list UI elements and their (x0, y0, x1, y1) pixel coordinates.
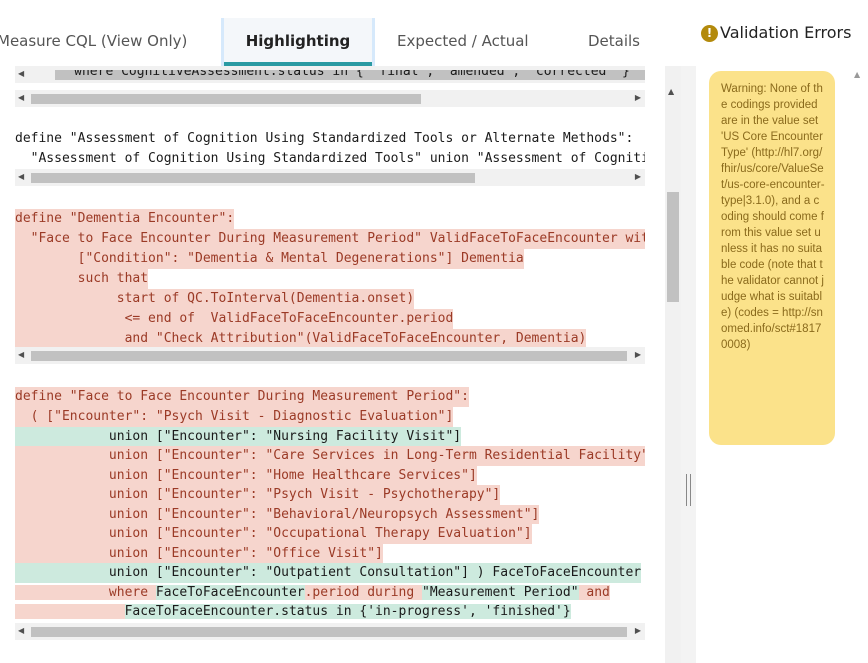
validation-scrollbar[interactable]: ▲ (848, 66, 868, 663)
scroll-up-arrow-icon[interactable]: ▲ (854, 70, 860, 79)
code-line: union ["Encounter": "Behavioral/Neuropsy… (15, 504, 540, 525)
code-line: union ["Encounter": "Home Healthcare Ser… (15, 465, 477, 486)
tab-highlighting[interactable]: Highlighting (221, 18, 375, 66)
code-span: where (15, 584, 156, 600)
scroll-right-arrow-icon[interactable]: ▶ (635, 93, 641, 102)
code-line: union ["Encounter": "Care Services in Lo… (15, 446, 645, 466)
scroll-left-arrow-icon[interactable]: ◀ (18, 626, 24, 635)
code-line: ( ["Encounter": "Psych Visit - Diagnosti… (15, 407, 454, 427)
code-line: "Face to Face Encounter During Measureme… (15, 229, 645, 249)
code-line: union ["Encounter": "Occupational Therap… (15, 524, 532, 544)
code-block: where CognitiveAssessment.status in { 'f… (15, 70, 645, 82)
scroll-right-arrow-icon[interactable]: ▶ (635, 626, 641, 635)
scroll-left-arrow-icon[interactable]: ◀ (18, 172, 24, 181)
code-line: start of QC.ToInterval(Dementia.onset) (15, 289, 415, 309)
horizontal-scrollbar[interactable]: ◀ ▶ (15, 347, 645, 364)
warning-text: Warning: None of the codings provided ar… (721, 83, 825, 351)
code-line: where CognitiveAssessment.status in { 'f… (35, 70, 630, 79)
code-span: "Measurement Period" (422, 584, 579, 600)
code-line: union ["Encounter": "Outpatient Consulta… (15, 563, 642, 583)
code-line: define "Face to Face Encounter During Me… (15, 387, 469, 407)
code-block-face-to-face: define "Face to Face Encounter During Me… (15, 387, 645, 622)
tab-expected-actual[interactable]: Expected / Actual (397, 18, 529, 66)
tab-details[interactable]: Details (588, 18, 640, 66)
horizontal-scrollbar[interactable]: ◀ ▶ (15, 623, 645, 640)
code-span: and (578, 584, 610, 600)
code-line: ["Condition": "Dementia & Mental Degener… (15, 249, 524, 269)
warning-circle-icon: ! (701, 25, 718, 42)
pane-splitter[interactable] (681, 66, 696, 663)
code-line: define "Assessment of Cognition Using St… (15, 131, 634, 146)
validation-errors-header: ! Validation Errors (701, 20, 851, 46)
code-pane: ◀ where CognitiveAssessment.status in { … (0, 66, 680, 663)
validation-errors-title: Validation Errors (720, 23, 852, 42)
scrollbar-thumb[interactable] (31, 173, 475, 183)
horizontal-scrollbar[interactable]: ◀ ▶ (15, 90, 645, 107)
code-span: FaceToFaceEncounter.status in {'in-progr… (124, 604, 571, 619)
code-line: union ["Encounter": "Psych Visit - Psych… (15, 485, 501, 505)
tab-measure-cql[interactable]: Measure CQL (View Only) (0, 18, 211, 66)
scroll-right-arrow-icon[interactable]: ▶ (635, 350, 641, 359)
scrollbar-thumb[interactable] (31, 94, 421, 104)
code-line: "Assessment of Cognition Using Standardi… (30, 151, 645, 166)
code-line: union ["Encounter": "Office Visit"] (15, 543, 383, 564)
scroll-up-arrow-icon[interactable]: ▲ (668, 87, 674, 97)
drag-handle-icon[interactable] (686, 474, 691, 506)
scroll-left-arrow-icon[interactable]: ◀ (18, 93, 24, 102)
scrollbar-thumb[interactable] (31, 351, 627, 361)
code-line-status: FaceToFaceEncounter.status in {'in-progr… (15, 602, 571, 622)
code-line: and "Check Attribution"(ValidFaceToFaceE… (15, 329, 587, 349)
scroll-left-arrow-icon[interactable]: ◀ (18, 350, 24, 359)
code-span: FaceToFaceEncounter (155, 584, 305, 600)
scrollbar-thumb[interactable] (31, 627, 627, 637)
code-block-dementia-encounter: define "Dementia Encounter": "Face to Fa… (15, 209, 645, 349)
scrollbar-thumb[interactable] (667, 192, 679, 302)
vertical-scrollbar[interactable]: ▲ (665, 66, 681, 663)
code-span: .period during (304, 584, 423, 600)
code-line: such that (15, 269, 149, 289)
code-block: define "Assessment of Cognition Using St… (15, 129, 645, 169)
code-span (15, 604, 125, 619)
validation-warning-card: Warning: None of the codings provided ar… (709, 71, 835, 445)
code-line: define "Dementia Encounter": (15, 209, 235, 229)
code-line: union ["Encounter": "Nursing Facility Vi… (15, 426, 462, 447)
tab-bar: Measure CQL (View Only) Highlighting Exp… (0, 18, 660, 66)
code-line-where: where FaceToFaceEncounter.period during … (15, 583, 610, 603)
code-line: <= end of ValidFaceToFaceEncounter.perio… (15, 309, 454, 329)
horizontal-scrollbar[interactable]: ◀ ▶ (15, 169, 645, 186)
scroll-right-arrow-icon[interactable]: ▶ (635, 172, 641, 181)
